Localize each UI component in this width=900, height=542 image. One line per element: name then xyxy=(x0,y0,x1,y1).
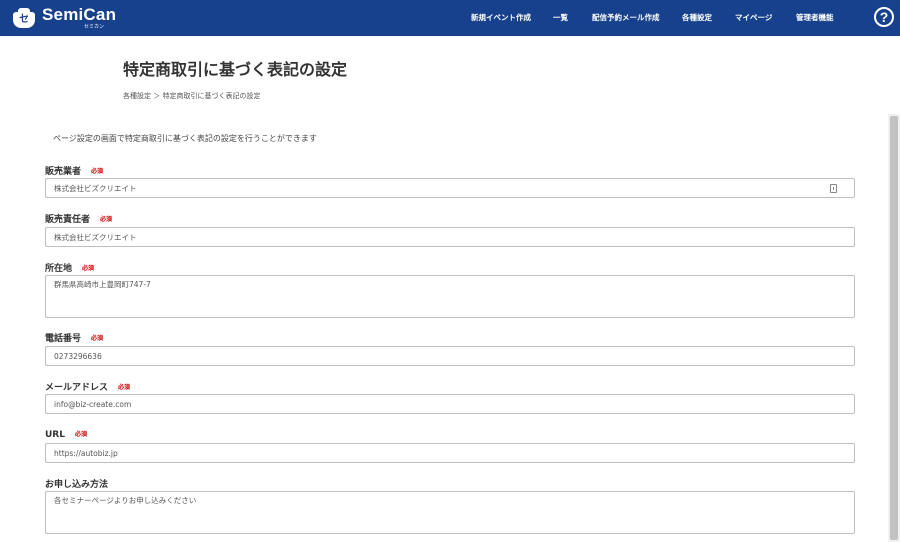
phone-label-text: 電話番号 xyxy=(45,334,82,344)
required-badge: 必須 xyxy=(82,265,95,272)
required-badge: 必須 xyxy=(100,216,113,223)
nav-settings[interactable]: 各種設定 xyxy=(682,0,712,36)
url-label: URL 必須 xyxy=(45,429,87,440)
application-method-textarea[interactable]: 各セミナーページよりお申し込みください xyxy=(45,491,855,534)
logo-glyph: セ xyxy=(19,14,29,25)
address-label: 所在地 必須 xyxy=(45,261,94,274)
nav-mypage[interactable]: マイページ xyxy=(735,0,772,36)
top-navigation-bar: セ SemiCan セミカン 新規イベント作成 一覧 配信予約メール作成 各種設… xyxy=(0,0,900,36)
url-input[interactable] xyxy=(45,443,855,463)
seller-manager-label-text: 販売責任者 xyxy=(45,215,91,225)
application-method-label-text: お申し込み方法 xyxy=(45,480,109,490)
seller-label: 販売業者 必須 xyxy=(45,164,103,177)
seller-manager-input[interactable] xyxy=(45,227,855,247)
nav-scheduled-mail[interactable]: 配信予約メール作成 xyxy=(592,0,660,36)
nav-list[interactable]: 一覧 xyxy=(553,0,568,36)
url-label-text: URL xyxy=(45,430,65,440)
required-badge: 必須 xyxy=(118,384,131,391)
cup-logo-icon: セ xyxy=(12,7,36,29)
semican-logo[interactable]: セ SemiCan セミカン xyxy=(12,6,116,30)
nav-new-event[interactable]: 新規イベント作成 xyxy=(471,0,531,36)
scrollbar-thumb[interactable] xyxy=(890,116,898,540)
logo-wordmark: SemiCan xyxy=(42,5,117,24)
address-textarea[interactable]: 群馬県高崎市上豊岡町747-7 xyxy=(45,275,855,318)
address-label-text: 所在地 xyxy=(45,264,73,274)
seller-manager-label: 販売責任者 必須 xyxy=(45,212,112,225)
phone-label: 電話番号 必須 xyxy=(45,331,103,344)
phone-input[interactable] xyxy=(45,346,855,366)
email-input[interactable] xyxy=(45,394,855,414)
password-manager-icon[interactable] xyxy=(830,184,837,193)
email-label: メールアドレス 必須 xyxy=(45,380,130,393)
required-badge: 必須 xyxy=(91,335,104,342)
page-description: ページ設定の画面で特定商取引に基づく表記の設定を行うことができます xyxy=(53,134,317,143)
required-badge: 必須 xyxy=(91,168,104,175)
breadcrumb[interactable]: 各種設定 ＞ 特定商取引に基づく表記の設定 xyxy=(123,91,260,101)
help-icon[interactable]: ? xyxy=(874,7,894,27)
nav-admin[interactable]: 管理者機能 xyxy=(796,0,834,36)
page-title: 特定商取引に基づく表記の設定 xyxy=(123,60,348,79)
email-label-text: メールアドレス xyxy=(45,383,109,393)
application-method-label: お申し込み方法 xyxy=(45,477,108,490)
logo-subtitle: セミカン xyxy=(84,24,105,30)
seller-label-text: 販売業者 xyxy=(45,167,82,177)
seller-input[interactable] xyxy=(45,178,855,198)
required-badge: 必須 xyxy=(74,431,87,438)
